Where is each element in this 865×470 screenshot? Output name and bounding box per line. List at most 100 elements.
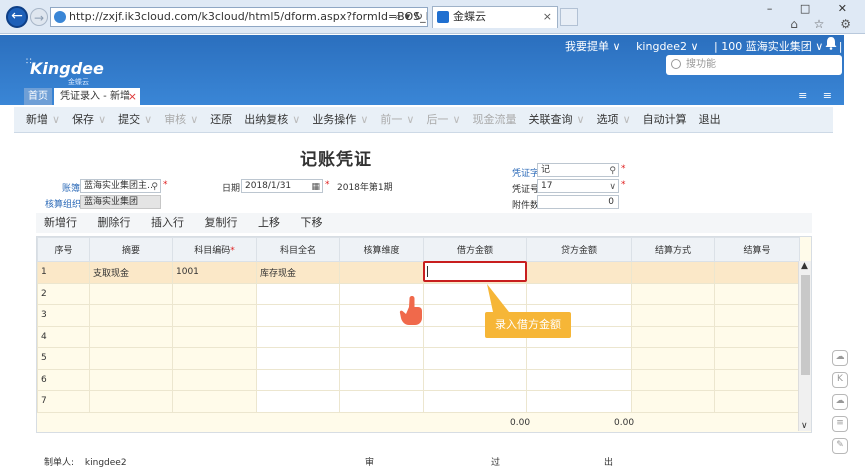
- table-row[interactable]: 4: [37, 325, 800, 348]
- toolbar-button-2[interactable]: 提交: [118, 113, 140, 126]
- cloud-outline-icon[interactable]: ☁: [832, 394, 848, 410]
- table-cell[interactable]: [526, 261, 632, 284]
- table-cell[interactable]: [631, 368, 715, 391]
- table-cell[interactable]: 1: [37, 261, 90, 284]
- table-cell[interactable]: [423, 347, 527, 370]
- table-cell[interactable]: [256, 390, 340, 413]
- toolbar-button-1[interactable]: 保存: [72, 113, 94, 126]
- table-cell[interactable]: [339, 261, 424, 284]
- copy-row-button[interactable]: 复制行: [205, 216, 238, 229]
- table-cell[interactable]: [89, 282, 173, 305]
- table-cell[interactable]: [714, 325, 800, 348]
- toolbar-button-7[interactable]: 前一: [380, 113, 402, 126]
- toolbar-button-3[interactable]: 审核: [164, 113, 186, 126]
- table-cell[interactable]: 5: [37, 347, 90, 370]
- table-cell[interactable]: [339, 390, 424, 413]
- debit-amount-input[interactable]: [423, 261, 527, 282]
- function-search-input[interactable]: 搜功能: [666, 55, 842, 75]
- chevron-down-icon[interactable]: ∨: [98, 113, 106, 126]
- table-cell[interactable]: [714, 368, 800, 391]
- chevron-down-icon[interactable]: ∨: [406, 113, 414, 126]
- back-arrow-icon[interactable]: ←: [6, 6, 28, 28]
- menu-user[interactable]: kingdee2 ∨: [636, 40, 698, 53]
- close-tab-icon[interactable]: ×: [543, 7, 552, 27]
- voucher-word-field[interactable]: 记 ⚲: [537, 163, 619, 177]
- table-cell[interactable]: [714, 282, 800, 305]
- table-cell[interactable]: [526, 390, 632, 413]
- table-cell[interactable]: 库存现金: [256, 261, 340, 284]
- insert-row-button[interactable]: 插入行: [151, 216, 184, 229]
- chevron-down-icon[interactable]: ∨: [577, 113, 585, 126]
- k-icon[interactable]: K: [832, 372, 848, 388]
- scroll-up-icon[interactable]: ▲: [801, 261, 808, 271]
- chevron-down-icon[interactable]: ∨: [623, 113, 631, 126]
- table-cell[interactable]: [714, 347, 800, 370]
- toolbar-button-8[interactable]: 后一: [426, 113, 448, 126]
- table-scrollbar[interactable]: ▲ ∨: [798, 261, 811, 431]
- table-cell[interactable]: 4: [37, 325, 90, 348]
- table-cell[interactable]: [631, 304, 715, 327]
- calendar-icon[interactable]: ▦: [311, 181, 320, 192]
- close-icon[interactable]: ×: [128, 88, 137, 105]
- table-cell[interactable]: [526, 282, 632, 305]
- toolbar-button-11[interactable]: 选项: [597, 113, 619, 126]
- chevron-down-icon[interactable]: ∨: [190, 113, 198, 126]
- table-cell[interactable]: [526, 368, 632, 391]
- delete-row-button[interactable]: 删除行: [98, 216, 131, 229]
- table-cell[interactable]: 1001: [172, 261, 257, 284]
- toolbar-button-10[interactable]: 关联查询: [529, 113, 573, 126]
- table-cell[interactable]: 6: [37, 368, 90, 391]
- cloud-icon[interactable]: ☁: [832, 350, 848, 366]
- table-cell[interactable]: [172, 325, 257, 348]
- toolbar-button-4[interactable]: 还原: [210, 113, 232, 126]
- toolbar-button-13[interactable]: 退出: [699, 113, 721, 126]
- toolbar-button-5[interactable]: 出纳复核: [244, 113, 288, 126]
- chevron-down-icon[interactable]: ∨: [360, 113, 368, 126]
- table-cell[interactable]: [631, 282, 715, 305]
- table-cell[interactable]: [89, 304, 173, 327]
- table-cell[interactable]: [172, 347, 257, 370]
- chevron-down-icon[interactable]: ∨: [292, 113, 300, 126]
- chevron-down-icon[interactable]: ∨: [452, 113, 460, 126]
- table-cell[interactable]: [89, 390, 173, 413]
- menu-help[interactable]: | 帮助: [839, 40, 865, 53]
- edit-icon[interactable]: ✎: [832, 438, 848, 454]
- scroll-thumb[interactable]: [801, 275, 810, 375]
- tab-home[interactable]: 首页: [24, 88, 52, 105]
- browser-icons[interactable]: ⌂ ☆ ⚙: [790, 17, 857, 31]
- table-cell[interactable]: [339, 325, 424, 348]
- menu-submit-ticket[interactable]: 我要提单 ∨: [565, 40, 621, 53]
- window-controls[interactable]: – □ ✕: [767, 2, 859, 15]
- toolbar-button-6[interactable]: 业务操作: [312, 113, 356, 126]
- table-cell[interactable]: [256, 325, 340, 348]
- toolbar-button-0[interactable]: 新增: [26, 113, 48, 126]
- table-cell[interactable]: [256, 282, 340, 305]
- table-cell[interactable]: [89, 325, 173, 348]
- search-icon[interactable]: ⚲: [151, 181, 158, 192]
- table-cell[interactable]: [172, 390, 257, 413]
- date-field[interactable]: 2018/1/31 ▦: [241, 179, 323, 193]
- move-up-button[interactable]: 上移: [258, 216, 280, 229]
- address-bar[interactable]: http://zxjf.ik3cloud.com/k3cloud/html5/d…: [50, 7, 428, 27]
- stack-icon[interactable]: ≡: [832, 416, 848, 432]
- add-row-button[interactable]: 新增行: [44, 216, 77, 229]
- table-cell[interactable]: [526, 347, 632, 370]
- table-cell[interactable]: [89, 368, 173, 391]
- book-field[interactable]: 蓝海实业集团主… ⚲: [80, 179, 161, 193]
- address-actions[interactable]: ⌕ ▾ ↻: [395, 8, 423, 26]
- table-cell[interactable]: [631, 261, 715, 284]
- chevron-down-icon[interactable]: ∨: [144, 113, 152, 126]
- table-cell[interactable]: [714, 304, 800, 327]
- chevron-down-icon[interactable]: ∨: [52, 113, 60, 126]
- table-cell[interactable]: 支取现金: [89, 261, 173, 284]
- table-row[interactable]: 7: [37, 390, 800, 413]
- table-cell[interactable]: [423, 390, 527, 413]
- search-icon[interactable]: ⚲: [609, 165, 616, 176]
- new-tab-button[interactable]: [560, 8, 578, 26]
- table-row[interactable]: 1 支取现金 1001 库存现金: [37, 261, 800, 284]
- toolbar-button-9[interactable]: 现金流量: [473, 113, 517, 126]
- chevron-down-icon[interactable]: ∨: [609, 181, 616, 192]
- move-down-button[interactable]: 下移: [301, 216, 323, 229]
- menu-org[interactable]: | 100 蓝海实业集团 ∨: [714, 40, 823, 53]
- table-cell[interactable]: [631, 390, 715, 413]
